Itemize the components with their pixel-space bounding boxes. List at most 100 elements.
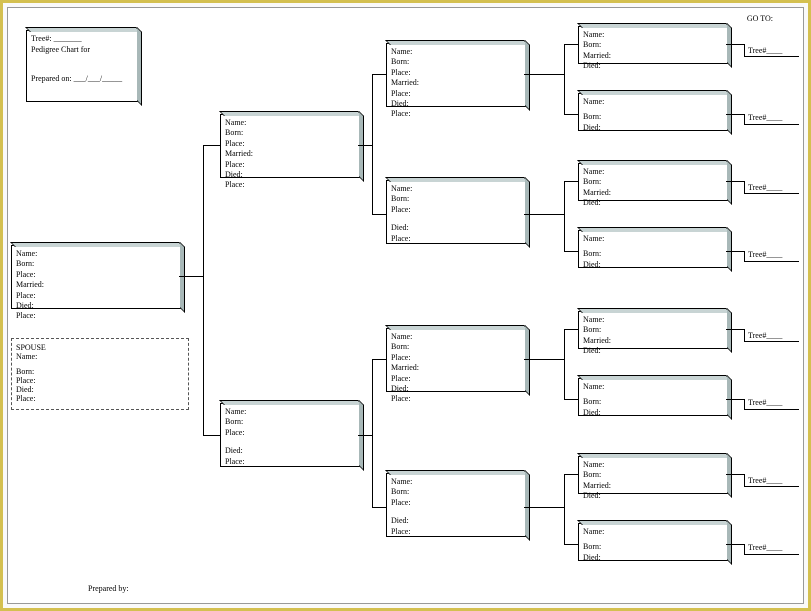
connector: [744, 474, 745, 486]
gen3-3[interactable]: Name: Born: Place: Married: Place: Died:…: [386, 328, 526, 392]
born-label: Born:: [583, 40, 723, 50]
gen4-1[interactable]: Name: Born: Married: Died:: [578, 26, 728, 64]
married-label: Married:: [583, 188, 723, 198]
prepared-on-date: ___/___/_____: [74, 74, 122, 83]
place-label: Place:: [16, 376, 184, 385]
connector: [744, 554, 799, 555]
gen4-3[interactable]: Name: Born: Married: Died:: [578, 163, 728, 201]
connector: [524, 507, 564, 508]
gen4-4[interactable]: Name: Born: Died:: [578, 230, 728, 268]
gen4-8[interactable]: Name: Born: Died:: [578, 523, 728, 561]
married-label: Married:: [16, 280, 176, 290]
gen4-7[interactable]: Name: Born: Married: Died:: [578, 456, 728, 494]
died-label: Died:: [391, 516, 521, 526]
connector: [744, 544, 745, 554]
connector: [744, 399, 745, 409]
born-label: Born:: [391, 342, 521, 352]
died-label: Died:: [583, 553, 723, 563]
tree-ref-1[interactable]: Tree#____: [748, 46, 782, 55]
tree-ref-7[interactable]: Tree#____: [748, 476, 782, 485]
connector: [744, 409, 799, 410]
name-label: Name:: [225, 407, 355, 417]
name-label: Name:: [583, 97, 723, 107]
died-label: Died:: [583, 61, 723, 71]
connector: [564, 544, 578, 545]
born-label: Born:: [391, 57, 521, 67]
place-label: Place:: [16, 291, 176, 301]
born-label: Born:: [583, 112, 723, 122]
tree-ref-5[interactable]: Tree#____: [748, 331, 782, 340]
born-label: Born:: [16, 367, 184, 376]
born-label: Born:: [583, 542, 723, 552]
died-label: Died:: [391, 384, 521, 394]
place-label: Place:: [391, 89, 521, 99]
died-label: Died:: [583, 260, 723, 270]
tree-ref-3[interactable]: Tree#____: [748, 183, 782, 192]
born-label: Born:: [16, 259, 176, 269]
connector: [564, 44, 565, 114]
died-label: Died:: [225, 170, 355, 180]
born-label: Born:: [583, 249, 723, 259]
place-label: Place:: [225, 139, 355, 149]
gen4-6[interactable]: Name: Born: Died:: [578, 378, 728, 416]
connector: [564, 114, 578, 115]
connector: [203, 145, 204, 435]
connector: [726, 399, 744, 400]
place-label: Place:: [391, 353, 521, 363]
connector: [564, 181, 565, 251]
died-label: Died:: [583, 346, 723, 356]
connector: [744, 44, 745, 56]
connector: [726, 474, 744, 475]
name-label: Name:: [583, 315, 723, 325]
connector: [744, 486, 799, 487]
goto-label: GO TO:: [747, 14, 773, 23]
connector: [744, 181, 745, 193]
gen4-2[interactable]: Name: Born: Died:: [578, 93, 728, 131]
name-label: Name:: [16, 249, 176, 259]
connector: [726, 251, 744, 252]
gen2-father[interactable]: Name: Born: Place: Married: Place: Died:…: [220, 114, 360, 178]
born-label: Born:: [583, 325, 723, 335]
name-label: Name:: [391, 47, 521, 57]
tree-ref-6[interactable]: Tree#____: [748, 398, 782, 407]
tree-ref-2[interactable]: Tree#____: [748, 113, 782, 122]
gen3-4[interactable]: Name: Born: Place: Died: Place:: [386, 473, 526, 537]
place-label: Place:: [391, 234, 521, 244]
connector: [744, 341, 799, 342]
died-label: Died:: [16, 301, 176, 311]
connector: [564, 251, 578, 252]
tree-ref-8[interactable]: Tree#____: [748, 543, 782, 552]
connector: [726, 329, 744, 330]
tree-ref-4[interactable]: Tree#____: [748, 250, 782, 259]
died-label: Died:: [391, 223, 521, 233]
name-label: Name:: [391, 332, 521, 342]
connector: [358, 435, 372, 436]
died-label: Died:: [583, 123, 723, 133]
tree-label: Tree#:: [31, 34, 52, 43]
married-label: Married:: [583, 481, 723, 491]
prepared-by-label: Prepared by:: [88, 584, 129, 593]
spouse-box[interactable]: SPOUSE Name: Born: Place: Died: Place:: [11, 338, 189, 410]
gen4-5[interactable]: Name: Born: Married: Died:: [578, 311, 728, 349]
name-label: Name:: [225, 118, 355, 128]
born-label: Born:: [391, 194, 521, 204]
married-label: Married:: [391, 78, 521, 88]
gen3-2[interactable]: Name: Born: Place: Died: Place:: [386, 180, 526, 244]
connector: [564, 474, 578, 475]
connector: [744, 261, 799, 262]
died-label: Died:: [225, 446, 355, 456]
connector: [564, 329, 578, 330]
died-label: Died:: [391, 99, 521, 109]
name-label: Name:: [583, 30, 723, 40]
place-label: Place:: [391, 498, 521, 508]
gen2-mother[interactable]: Name: Born: Place: Died: Place:: [220, 403, 360, 467]
name-label: Name:: [583, 167, 723, 177]
connector: [744, 114, 745, 124]
name-label: Name:: [583, 234, 723, 244]
prepared-on-label: Prepared on:: [31, 74, 72, 83]
place-label: Place:: [391, 205, 521, 215]
gen3-1[interactable]: Name: Born: Place: Married: Place: Died:…: [386, 43, 526, 107]
connector: [744, 124, 799, 125]
person-self[interactable]: Name: Born: Place: Married: Place: Died:…: [11, 245, 181, 309]
connector: [564, 474, 565, 544]
